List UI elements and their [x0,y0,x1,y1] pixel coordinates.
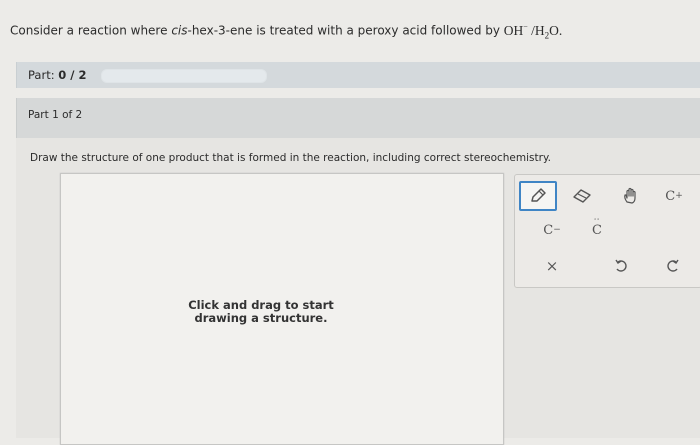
undo-icon [615,259,627,272]
undo-button[interactable] [606,253,636,279]
hand-tool-button[interactable] [616,183,646,209]
canvas-hint: Click and drag to start drawing a struct… [188,298,334,325]
carbene-button[interactable]: C [582,217,612,243]
part-label: Part: 0 / 2 [28,68,87,82]
pencil-tool-button[interactable] [519,181,557,211]
eraser-icon [573,189,591,203]
drawing-canvas[interactable]: Click and drag to start drawing a struct… [60,173,504,445]
instruction-text: Draw the structure of one product that i… [30,152,551,164]
pencil-icon [531,188,546,202]
hand-icon [624,187,636,204]
redo-button[interactable] [658,253,688,279]
drawing-toolbar: C+ C− C × [514,174,700,288]
close-icon: × [545,257,559,275]
subpart-panel: Part 1 of 2 Draw the structure of one pr… [16,98,700,445]
reagent-formula: OH− /H2O. [503,22,563,41]
question-text: Consider a reaction where cis-hex-3-ene … [10,22,563,41]
subpart-header: Part 1 of 2 [16,98,700,138]
eraser-tool-button[interactable] [567,183,597,209]
compound-prefix: cis [171,23,188,38]
part-progress-bar [101,69,267,83]
clear-button[interactable]: × [537,253,567,279]
part-bar: Part: 0 / 2 [16,62,700,88]
redo-icon [667,259,679,272]
carbocation-button[interactable]: C + [659,183,689,209]
carbanion-button[interactable]: C − [537,217,567,243]
